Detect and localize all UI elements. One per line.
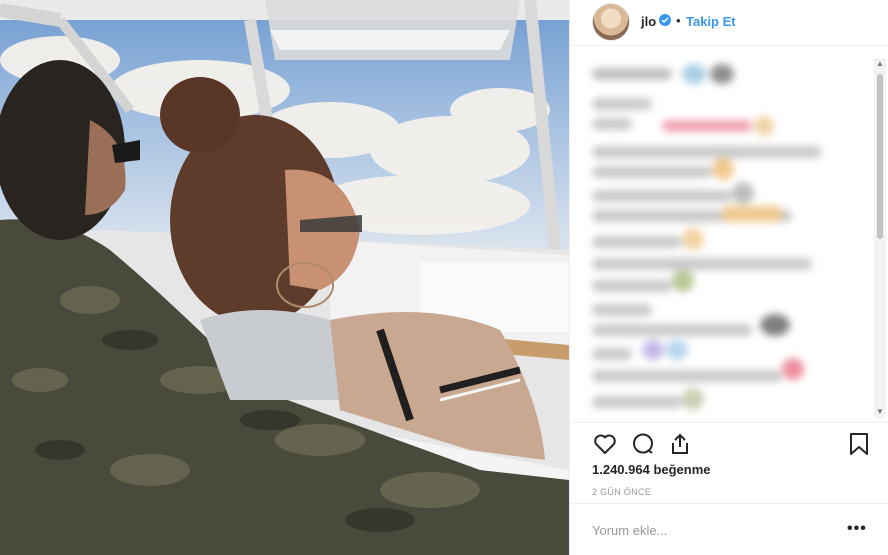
username-link[interactable]: jlo [641, 14, 656, 29]
comments-scrollbar[interactable]: ▲ ▼ [874, 58, 886, 418]
photo-illustration [0, 0, 569, 555]
scroll-up-icon[interactable]: ▲ [874, 58, 886, 70]
follow-button[interactable]: Takip Et [686, 14, 736, 29]
bookmark-icon[interactable] [846, 431, 872, 457]
heart-icon[interactable] [592, 431, 618, 457]
post-header: jlo • Takip Et [570, 0, 888, 46]
separator-dot: • [676, 13, 681, 28]
action-bar [570, 422, 888, 462]
post-timestamp[interactable]: 2 GÜN ÖNCE [592, 487, 651, 497]
comment-input[interactable] [592, 518, 832, 542]
more-options-button[interactable]: ••• [847, 520, 867, 538]
verified-badge-icon [659, 14, 671, 26]
comment-bar: ••• [570, 503, 888, 555]
share-icon[interactable] [667, 431, 693, 457]
post-photo[interactable] [0, 0, 569, 555]
scroll-thumb[interactable] [877, 74, 883, 239]
comments-list[interactable] [582, 58, 872, 418]
scroll-down-icon[interactable]: ▼ [874, 406, 886, 418]
avatar[interactable] [592, 3, 630, 41]
post-side-panel: jlo • Takip Et ▲ ▼ 1.240.964 beğenme 2 G… [569, 0, 888, 555]
comment-icon[interactable] [630, 431, 656, 457]
likes-count[interactable]: 1.240.964 beğenme [592, 462, 711, 477]
